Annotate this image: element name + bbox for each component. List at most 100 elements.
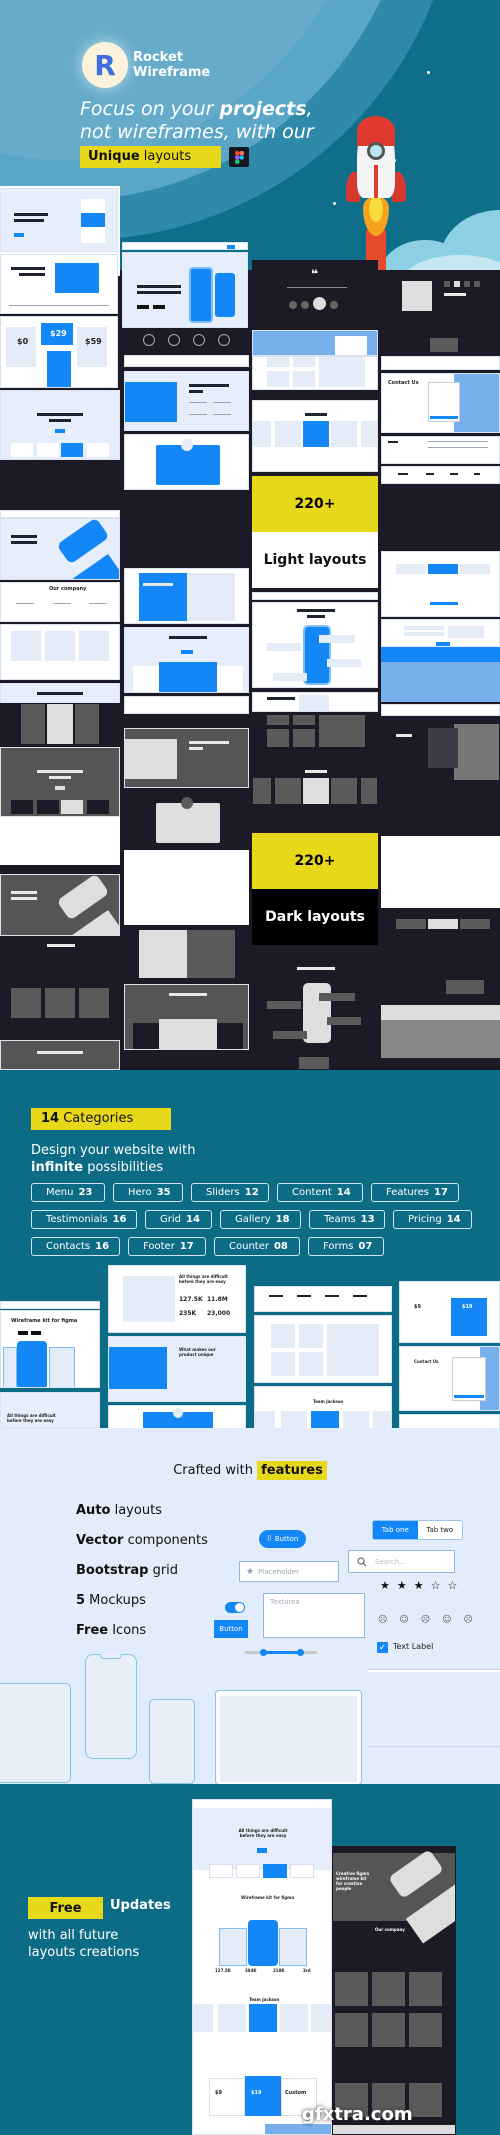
mockup-dark-quote xyxy=(0,1040,120,1070)
features-title: Crafted with features xyxy=(0,1461,500,1480)
mockup-dark-phones xyxy=(0,703,120,745)
light-label: Light layouts xyxy=(263,552,367,568)
item-label: grid xyxy=(148,1563,179,1578)
item-count: Bootstrap xyxy=(76,1563,149,1578)
preview-title: Wireframe kit for figma xyxy=(11,1318,78,1324)
checkbox-label: Text Label xyxy=(393,1642,434,1651)
item-label: Contacts xyxy=(46,1241,91,1252)
item-label: Features xyxy=(386,1187,429,1198)
input-placeholder: Placeholder xyxy=(258,1567,299,1576)
item-count: 18 xyxy=(275,1214,290,1225)
sample-square-button[interactable]: Button xyxy=(214,1620,248,1638)
check-icon: ✓ xyxy=(378,1642,387,1653)
sample-text-input[interactable]: ★ Placeholder xyxy=(239,1561,339,1582)
sample-textarea[interactable]: Textarea xyxy=(263,1593,365,1638)
mockup-dark-wireframe xyxy=(252,1050,378,1070)
grid-icon: ⠿ xyxy=(266,1535,272,1543)
stat-value: 127.5K xyxy=(179,1296,203,1303)
figma-icon xyxy=(229,147,249,167)
collage-gap xyxy=(124,850,249,926)
browser-mockup-line xyxy=(368,1746,500,1747)
price-value: $9 xyxy=(414,1304,421,1310)
tab-one[interactable]: Tab one xyxy=(373,1521,418,1539)
browser-mockup xyxy=(368,1669,500,1672)
item-label: Testimonials xyxy=(46,1214,108,1225)
item-label: Teams xyxy=(324,1214,356,1225)
light-layouts-label: Light layouts xyxy=(252,532,378,588)
item-label: Grid xyxy=(160,1214,181,1225)
preview-testimonial xyxy=(108,1405,246,1430)
item-count: 35 xyxy=(156,1187,171,1198)
item-count: 23 xyxy=(78,1187,93,1198)
mockup-dark-company xyxy=(0,938,120,978)
category-pill-testimonials[interactable]: Testimonials 16 xyxy=(31,1210,137,1229)
range-slider-fill xyxy=(263,1651,301,1654)
subtitle-bold: infinite xyxy=(31,1160,84,1175)
category-pill-contacts[interactable]: Contacts 16 xyxy=(31,1237,120,1256)
item-label: layouts xyxy=(110,1503,162,1518)
price-value: $9 xyxy=(215,2090,222,2096)
mockup-features-row xyxy=(124,696,249,714)
mockup-team-carousel xyxy=(252,400,378,472)
mockup-dark-awesome xyxy=(252,960,378,1046)
tablet-mockup xyxy=(0,1683,71,1783)
mockup-form xyxy=(381,619,500,647)
preview-content xyxy=(254,1286,392,1312)
preview-title: Team Jackson xyxy=(249,1997,280,2002)
light-count: 220+ xyxy=(294,496,336,512)
category-pill-features[interactable]: Features 17 xyxy=(371,1183,459,1202)
mockup-dark-footer xyxy=(381,1060,500,1070)
dark-layouts-label: Dark layouts xyxy=(252,889,378,945)
category-pill-hero[interactable]: Hero 35 xyxy=(113,1183,183,1202)
updates-line1: with all future xyxy=(28,1928,119,1943)
feature-item: Free Icons xyxy=(76,1623,208,1653)
item-label: Menu xyxy=(46,1187,74,1198)
mockup-dark-create-web xyxy=(124,925,249,981)
preview-title: All things are difficult before they are… xyxy=(238,1828,288,1838)
sample-toggle[interactable] xyxy=(225,1602,245,1613)
star-icon: ★ xyxy=(246,1566,255,1577)
category-pill-counter[interactable]: Counter 08 xyxy=(214,1237,300,1256)
mockup-wireframe-design xyxy=(252,692,378,712)
category-pill-sliders[interactable]: Sliders 12 xyxy=(191,1183,269,1202)
range-slider-handle-max[interactable] xyxy=(297,1649,304,1656)
category-pill-content[interactable]: Content 14 xyxy=(277,1183,363,1202)
preview-title: All things are difficult before they are… xyxy=(179,1274,228,1284)
sample-checkbox[interactable]: ✓ xyxy=(377,1642,388,1653)
category-pill-menu[interactable]: Menu 23 xyxy=(31,1183,105,1202)
category-pill-teams[interactable]: Teams 13 xyxy=(309,1210,385,1229)
price-value: $19 xyxy=(251,2090,262,2096)
feature-item: Bootstrap grid xyxy=(76,1563,208,1593)
mockup-hero-phone xyxy=(0,518,120,580)
preview-light-page: All things are difficult before they are… xyxy=(192,1799,332,2135)
preview-pricing: $9 $19 xyxy=(399,1281,500,1343)
feature-item: Vector components xyxy=(76,1533,208,1563)
star-empty-icon: ☆ xyxy=(447,1579,465,1592)
feature-item: 5 Mockups xyxy=(76,1593,208,1623)
price-label: $29 xyxy=(50,329,67,338)
star-empty-icon: ☆ xyxy=(430,1579,448,1592)
tab-two[interactable]: Tab two xyxy=(418,1521,463,1539)
free-badge: Free xyxy=(28,1897,103,1919)
mockup-dark-testimonial-slider: ❝ xyxy=(252,260,378,326)
sample-search-input[interactable]: Search... xyxy=(348,1550,455,1573)
preview-unique: What makes our product unique xyxy=(108,1336,246,1402)
star-rating[interactable]: ★★★☆☆ xyxy=(380,1579,464,1592)
category-pill-footer[interactable]: Footer 17 xyxy=(128,1237,206,1256)
category-pill-forms[interactable]: Forms 07 xyxy=(308,1237,384,1256)
updates-subtitle: with all future layouts creations xyxy=(28,1927,139,1961)
preview-title: Our company xyxy=(375,1927,405,1932)
range-slider-handle-min[interactable] xyxy=(260,1649,267,1656)
star-filled-icon: ★ xyxy=(396,1579,414,1592)
mockup-contact-bar xyxy=(381,647,500,662)
mockup-contact: Contact Us xyxy=(381,373,500,433)
mockup-quote xyxy=(0,683,120,703)
category-pill-gallery[interactable]: Gallery 18 xyxy=(220,1210,301,1229)
sample-pill-button[interactable]: ⠿ Button xyxy=(259,1530,306,1548)
category-pill-pricing[interactable]: Pricing 14 xyxy=(393,1210,472,1229)
badge-bold: Unique xyxy=(88,149,140,164)
mockup-grid xyxy=(252,356,378,390)
collage-gap xyxy=(381,836,500,910)
preview-title: Team Jackson xyxy=(313,1399,344,1404)
category-pill-grid[interactable]: Grid 14 xyxy=(145,1210,212,1229)
